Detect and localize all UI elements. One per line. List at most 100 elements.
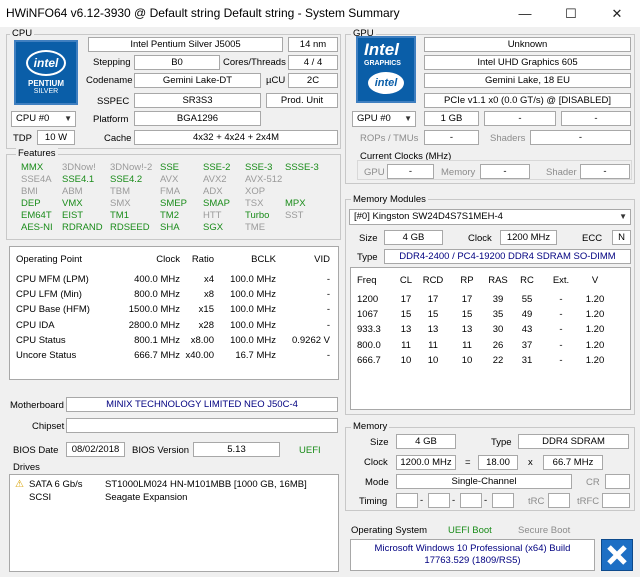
timing-cell: 1.20	[585, 309, 605, 321]
cache-value: 4x32 + 4x24 + 2x4M	[134, 130, 338, 145]
timing-header-cell: Freq	[357, 275, 377, 286]
feature-flag: SSE-2	[203, 162, 231, 173]
drive-model: ST1000LM024 HN-M101MBB [1000 GB, 16MB]	[105, 479, 307, 490]
motherboard-label: Motherboard	[10, 400, 64, 411]
cpu-selector-dropdown[interactable]: CPU #0 ▼	[11, 111, 76, 127]
timing-header-cell: RAS	[488, 275, 508, 286]
timing-cell: 1.20	[585, 324, 605, 336]
mem-clock-label: Memory	[441, 167, 476, 178]
timing-cell: 17	[400, 294, 412, 305]
prod-unit: Prod. Unit	[266, 93, 338, 108]
op-cell: CPU MFM (LPM)	[16, 274, 89, 285]
feature-flag: XOP	[245, 186, 266, 197]
feature-flag: DEP	[21, 198, 41, 209]
feature-flag: TM1	[110, 210, 129, 221]
times-sign: x	[528, 457, 533, 468]
feature-flag: SMAP	[203, 198, 230, 209]
mem-base-clock: 66.7 MHz	[543, 455, 603, 470]
intel-graphics-logo: Intel GRAPHICS intel	[356, 36, 416, 103]
timing-cell: 31	[521, 354, 533, 366]
ecc-label: ECC	[582, 233, 603, 244]
memory-modules-title: Memory Modules	[351, 194, 428, 205]
drive-interface: SCSI	[29, 492, 52, 503]
close-button[interactable]: ✕	[594, 0, 640, 27]
op-cell: -	[326, 274, 330, 285]
bios-date-label: BIOS Date	[13, 445, 59, 456]
feature-flag: AVX	[160, 174, 179, 185]
feature-flag: MMX	[21, 162, 44, 173]
gpu-name: Unknown	[424, 37, 631, 52]
shader-clock-label: Shader	[546, 167, 577, 178]
op-header-cell: VID	[314, 254, 330, 265]
mem-size-value: 4 GB	[396, 434, 456, 449]
feature-flag: SMX	[110, 198, 131, 209]
drives-title: Drives	[13, 462, 40, 473]
mem-multiplier: 18.00	[478, 455, 518, 470]
feature-flag: SST	[285, 210, 304, 221]
timing-header-cell: Ext.	[552, 275, 570, 286]
gpu-memory: 1 GB	[424, 111, 479, 126]
timing-cell: 13	[427, 324, 439, 336]
sspec-value: SR3S3	[134, 93, 261, 108]
gpu-selector-dropdown[interactable]: GPU #0 ▼	[352, 111, 416, 127]
feature-flag: TME	[245, 222, 266, 233]
drive-model: Seagate Expansion	[105, 492, 188, 503]
window-title: HWiNFO64 v6.12-3930 @ Default string Def…	[6, 6, 400, 20]
trfc-label: tRFC	[577, 496, 600, 507]
title-bar[interactable]: HWiNFO64 v6.12-3930 @ Default string Def…	[0, 0, 640, 27]
op-cell: CPU Status	[16, 334, 66, 346]
gpu-bus: PCIe v1.1 x0 (0.0 GT/s) @ [DISABLED]	[424, 93, 631, 108]
features-title: Features	[16, 148, 58, 159]
platform-value: BGA1296	[134, 111, 261, 126]
timing-cell: 1200	[357, 294, 379, 305]
trc-label: tRC	[528, 496, 545, 507]
cr-label: CR	[586, 477, 600, 488]
chevron-down-icon: ▼	[64, 114, 72, 123]
timing-cell: 43	[521, 324, 533, 336]
timing-cell: 55	[521, 294, 533, 305]
close-x-icon	[607, 545, 627, 565]
timing-4	[492, 493, 514, 508]
feature-flag: HTT	[203, 210, 222, 221]
mem-mode-label: Mode	[365, 477, 389, 488]
feature-flag: RDSEED	[110, 222, 150, 233]
cr-value	[605, 474, 630, 489]
module-selector-dropdown[interactable]: [#0] Kingston SW24D4S7S1MEH-4 ▼	[349, 209, 631, 225]
op-cell: -	[326, 319, 330, 331]
timing-cell: 666.7	[357, 354, 381, 366]
codename-value: Gemini Lake-DT	[134, 73, 261, 88]
feature-flag: SGX	[203, 222, 224, 233]
cores-label: Cores/Threads	[223, 57, 286, 68]
logo-line2: SILVER	[33, 88, 59, 95]
gpu-core: Gemini Lake, 18 EU	[424, 73, 631, 88]
timing-cell: 15	[461, 309, 473, 321]
timing-cell: 1067	[357, 309, 379, 321]
op-cell: -	[326, 304, 330, 316]
timing-cell: 13	[461, 324, 473, 336]
feature-flag: ABM	[62, 186, 83, 197]
timing-cell: 933.3	[357, 324, 381, 336]
feature-flag: SSE-3	[245, 162, 273, 173]
feature-flag: Turbo	[245, 210, 270, 221]
chipset-label: Chipset	[32, 421, 65, 432]
timing-cell: 800.0	[357, 339, 381, 351]
timing-cell: 49	[521, 309, 533, 321]
codename-label: Codename	[86, 75, 133, 86]
timing-cell: 15	[427, 309, 439, 321]
timing-cell: -	[559, 309, 563, 321]
trfc-value	[602, 493, 630, 508]
tdp-label: TDP	[13, 133, 32, 144]
minimize-button[interactable]: —	[502, 0, 548, 27]
cpu-name: Intel Pentium Silver J5005	[88, 37, 283, 52]
mem-clock-value2: 1200.0 MHz	[396, 455, 456, 470]
maximize-button[interactable]: ☐	[548, 0, 594, 27]
feature-flag: AVX-512	[245, 174, 283, 185]
close-summary-button[interactable]	[601, 539, 633, 571]
memory-title: Memory	[351, 421, 390, 432]
mem-clock-label2: Clock	[364, 457, 388, 468]
sspec-label: SSPEC	[97, 96, 130, 107]
os-value: Microsoft Windows 10 Professional (x64) …	[350, 539, 595, 571]
mem-mode-value: Single-Channel	[396, 474, 572, 489]
timing-label: Timing	[359, 496, 388, 507]
cores-value: 4 / 4	[288, 55, 338, 70]
